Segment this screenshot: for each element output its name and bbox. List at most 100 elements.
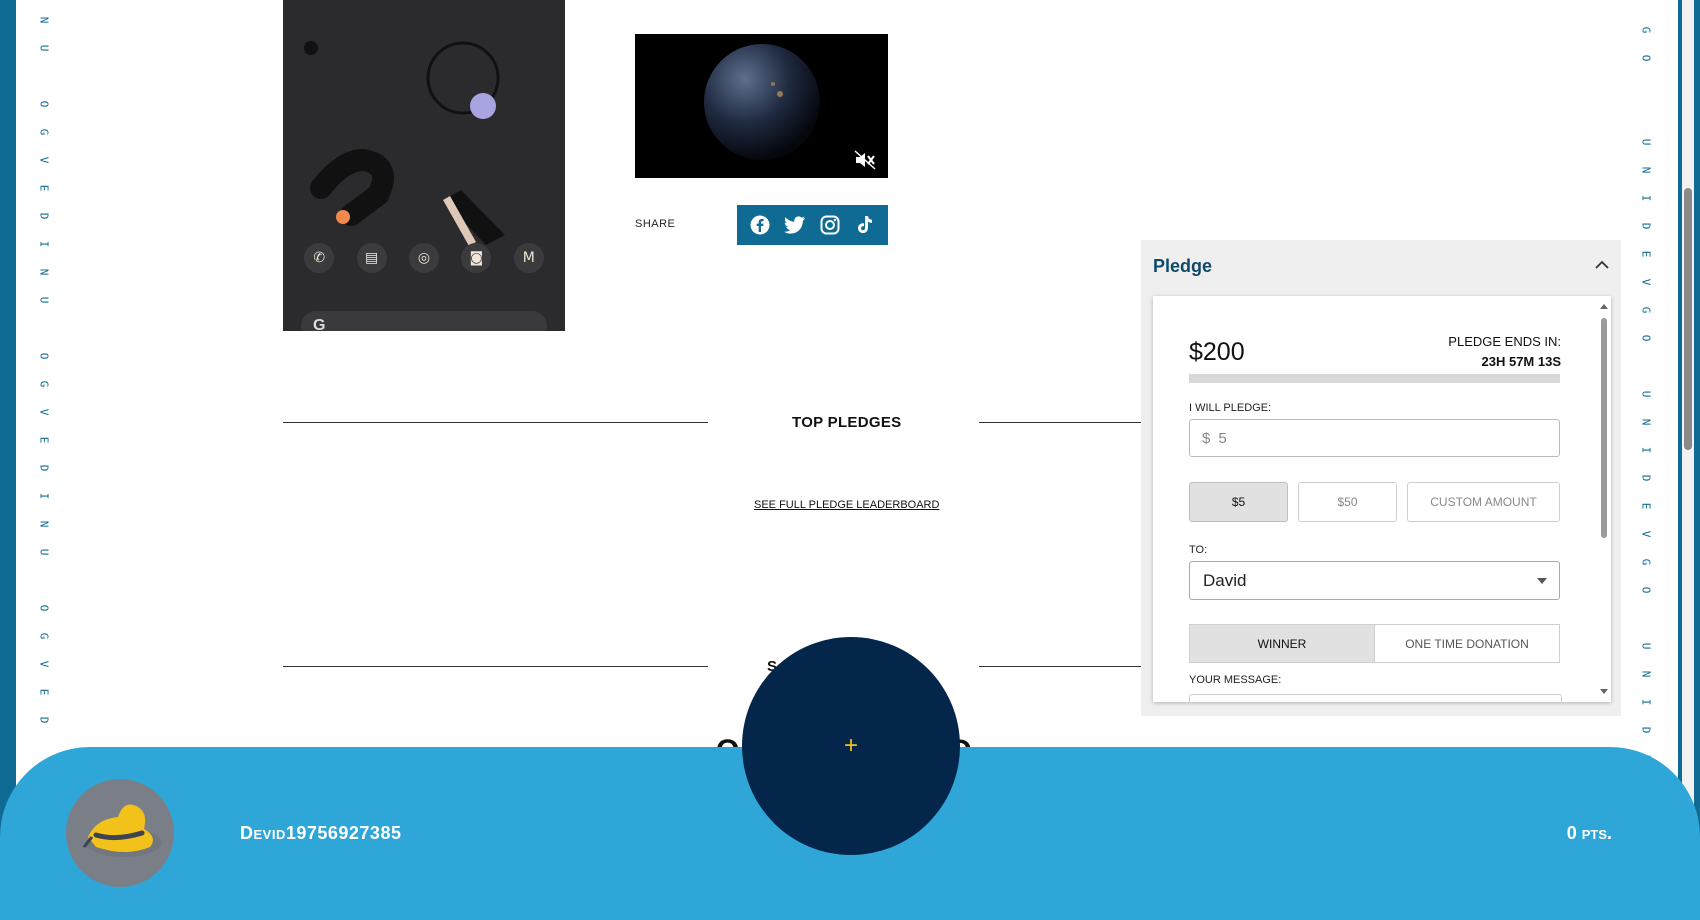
rail-letter: E: [37, 436, 50, 444]
divider-right-2: [979, 666, 1141, 667]
earth-video-frame: [704, 44, 820, 160]
rail-letter: N: [1639, 166, 1652, 174]
pledge-form: $200 PLEDGE ENDS IN: 23H 57M 13S I WILL …: [1153, 296, 1611, 702]
full-leaderboard-link[interactable]: SEE FULL PLEDGE LEADERBOARD: [754, 499, 939, 511]
rail-letter: I: [1639, 194, 1652, 202]
divider-left: [283, 422, 708, 423]
pledge-ends-label: PLEDGE ENDS IN:: [1448, 334, 1561, 349]
to-label: TO:: [1189, 544, 1208, 556]
left-rail-text: N U O G V E D I N U O G V E D I N U O G V E D: [36, 6, 50, 734]
avatar[interactable]: [66, 779, 174, 887]
pledge-scrollbar-thumb[interactable]: [1601, 318, 1607, 538]
rail-letter: V: [1639, 530, 1652, 538]
scroll-up-icon[interactable]: [1600, 304, 1608, 309]
rail-letter: E: [1639, 502, 1652, 510]
pledge-panel: Pledge $200 PLEDGE ENDS IN: 23H 57M 13S …: [1141, 240, 1621, 716]
add-button[interactable]: +: [742, 637, 960, 855]
rail-letter: E: [37, 184, 50, 192]
rail-letter: U: [1639, 390, 1652, 398]
pledge-scrollbar[interactable]: [1599, 304, 1609, 694]
rail-letter: U: [1639, 642, 1652, 650]
rail-letter: O: [37, 352, 50, 360]
tiktok-icon[interactable]: [853, 213, 877, 237]
rail-letter: D: [1639, 726, 1652, 734]
chrome-icon: ◎: [408, 243, 439, 273]
rail-letter: I: [1639, 446, 1652, 454]
phone-icon: ✆: [304, 243, 335, 273]
right-rail-text: GOUNIDEVGOUNIDEVGOUNIDE: [1638, 16, 1652, 772]
rail-letter: E: [37, 688, 50, 696]
currency-symbol: $: [1202, 429, 1211, 447]
left-rail: [0, 0, 16, 920]
your-message-label: YOUR MESSAGE:: [1189, 674, 1282, 686]
twitter-icon[interactable]: [783, 213, 807, 237]
caret-down-icon: [1537, 578, 1547, 584]
scroll-down-icon[interactable]: [1600, 689, 1608, 694]
rail-letter: D: [1639, 474, 1652, 482]
rail-letter: O: [37, 100, 50, 108]
rail-letter: U: [37, 296, 50, 304]
rail-letter: N: [1639, 418, 1652, 426]
facebook-icon[interactable]: [748, 213, 772, 237]
rail-letter: V: [37, 156, 50, 164]
rail-letter: I: [1639, 698, 1652, 706]
custom-amount-button[interactable]: CUSTOM AMOUNT: [1407, 482, 1560, 522]
rail-letter: G: [37, 632, 50, 640]
rail-letter: G: [37, 128, 50, 136]
pledge-progress-bar: [1189, 374, 1560, 383]
plus-icon: +: [843, 732, 858, 759]
chevron-up-icon[interactable]: [1593, 256, 1611, 274]
rail-letter: U: [1639, 138, 1652, 146]
pledge-amount-placeholder: 5: [1218, 429, 1227, 447]
share-bar: [737, 205, 888, 245]
winner-option[interactable]: WINNER: [1190, 625, 1375, 662]
phone-screenshot-image: ✆ ▤ ◎ ◙ M G: [283, 0, 565, 331]
phone-wallpaper: [304, 41, 505, 246]
rail-letter: N: [37, 16, 50, 24]
pledge-title: Pledge: [1153, 256, 1213, 276]
rail-letter: N: [37, 268, 50, 276]
messages-icon: ▤: [356, 243, 387, 273]
pledge-amount-input[interactable]: $ 5: [1189, 419, 1560, 457]
rail-letter: I: [37, 492, 50, 500]
rail-letter: V: [1639, 278, 1652, 286]
page-scrollbar[interactable]: [1682, 0, 1694, 920]
rail-letter: D: [37, 716, 50, 724]
rail-letter: O: [1639, 586, 1652, 594]
recipient-select[interactable]: David: [1189, 561, 1560, 600]
pledge-countdown: 23H 57M 13S: [1481, 354, 1562, 369]
rail-letter: V: [37, 408, 50, 416]
divider-right: [979, 422, 1141, 423]
rail-letter: N: [1639, 670, 1652, 678]
amount-5-button[interactable]: $5: [1189, 482, 1288, 522]
page-scrollbar-thumb[interactable]: [1684, 188, 1692, 450]
amount-50-button[interactable]: $50: [1298, 482, 1397, 522]
rail-letter: V: [37, 660, 50, 668]
mute-icon[interactable]: [854, 150, 876, 170]
pledge-total-amount: $200: [1189, 338, 1245, 366]
rail-letter: O: [37, 604, 50, 612]
rail-letter: N: [37, 520, 50, 528]
google-icon: G: [313, 317, 326, 331]
phone-search-bar: G: [301, 311, 547, 331]
rail-letter: E: [1639, 250, 1652, 258]
rail-letter: U: [37, 548, 50, 556]
rail-letter: G: [37, 380, 50, 388]
i-will-pledge-label: I WILL PLEDGE:: [1189, 402, 1272, 414]
username: Devid19756927385: [240, 823, 402, 843]
pledge-type-toggle: WINNER ONE TIME DONATION: [1189, 624, 1560, 663]
hat-avatar-icon: [82, 804, 162, 857]
video-player[interactable]: [635, 34, 888, 178]
instagram-icon[interactable]: [818, 213, 842, 237]
share-label: SHARE: [635, 218, 676, 230]
rail-letter: O: [1639, 54, 1652, 62]
rail-letter: G: [1639, 26, 1652, 34]
camera-icon: ◙: [461, 243, 492, 273]
rail-letter: G: [1639, 306, 1652, 314]
one-time-donation-option[interactable]: ONE TIME DONATION: [1375, 625, 1559, 662]
rail-letter: D: [37, 212, 50, 220]
rail-letter: D: [37, 464, 50, 472]
message-field[interactable]: [1189, 694, 1562, 702]
rail-letter: U: [37, 44, 50, 52]
rail-letter: D: [1639, 222, 1652, 230]
